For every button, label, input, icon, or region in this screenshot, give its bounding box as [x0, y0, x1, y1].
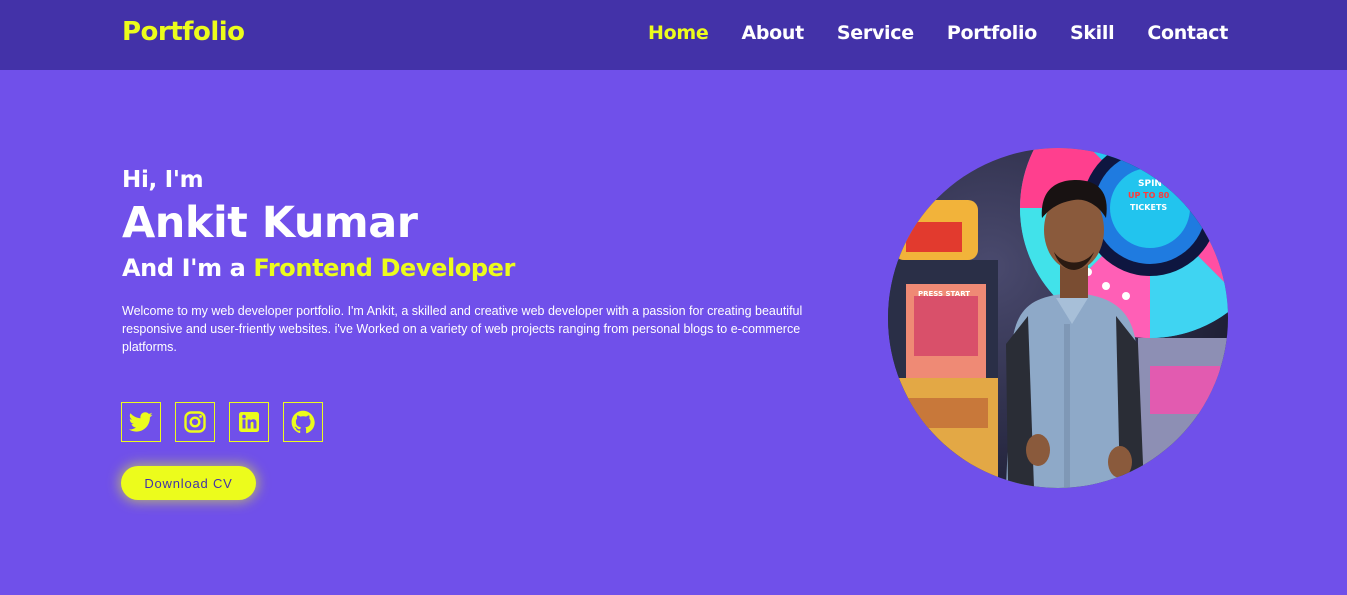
hero-bio: Welcome to my web developer portfolio. I…	[122, 304, 803, 354]
github-icon	[291, 410, 315, 434]
logo[interactable]: Portfolio	[122, 17, 245, 47]
hero-role-prefix: And I'm a	[122, 254, 246, 282]
hero-section: Hi, I'm Ankit Kumar And I'm a Frontend D…	[122, 165, 852, 356]
nav-link-service[interactable]: Service	[837, 22, 914, 44]
profile-photo: SPIN-A- UP TO 80 TICKETS PRESS START	[888, 148, 1228, 488]
nav-links: Home About Service Portfolio Skill Conta…	[648, 22, 1228, 44]
twitter-icon	[129, 412, 153, 432]
wheel-label-3: TICKETS	[1130, 203, 1167, 212]
wheel-label-2: UP TO 80	[1128, 191, 1170, 200]
github-link[interactable]	[283, 402, 323, 442]
hero-role-highlight: Frontend Developer	[253, 254, 515, 282]
profile-photo-illustration: SPIN-A- UP TO 80 TICKETS PRESS START	[888, 148, 1228, 488]
wheel-label-1: SPIN-A-	[1138, 179, 1177, 189]
social-links	[121, 402, 323, 442]
hero-role: And I'm a Frontend Developer	[122, 251, 852, 285]
nav-link-contact[interactable]: Contact	[1147, 22, 1228, 44]
linkedin-icon	[239, 412, 259, 432]
navbar: Portfolio Home About Service Portfolio S…	[0, 0, 1347, 70]
nav-link-portfolio[interactable]: Portfolio	[947, 22, 1037, 44]
linkedin-link[interactable]	[229, 402, 269, 442]
twitter-link[interactable]	[121, 402, 161, 442]
instagram-link[interactable]	[175, 402, 215, 442]
nav-link-skill[interactable]: Skill	[1070, 22, 1115, 44]
instagram-icon	[184, 411, 206, 433]
nav-link-home[interactable]: Home	[648, 22, 709, 44]
hero-greeting: Hi, I'm	[122, 167, 204, 193]
download-cv-button[interactable]: Download CV	[121, 466, 256, 500]
hero-name: Ankit Kumar	[122, 198, 418, 248]
nav-link-about[interactable]: About	[741, 22, 804, 44]
arcade-label: PRESS START	[918, 290, 970, 298]
